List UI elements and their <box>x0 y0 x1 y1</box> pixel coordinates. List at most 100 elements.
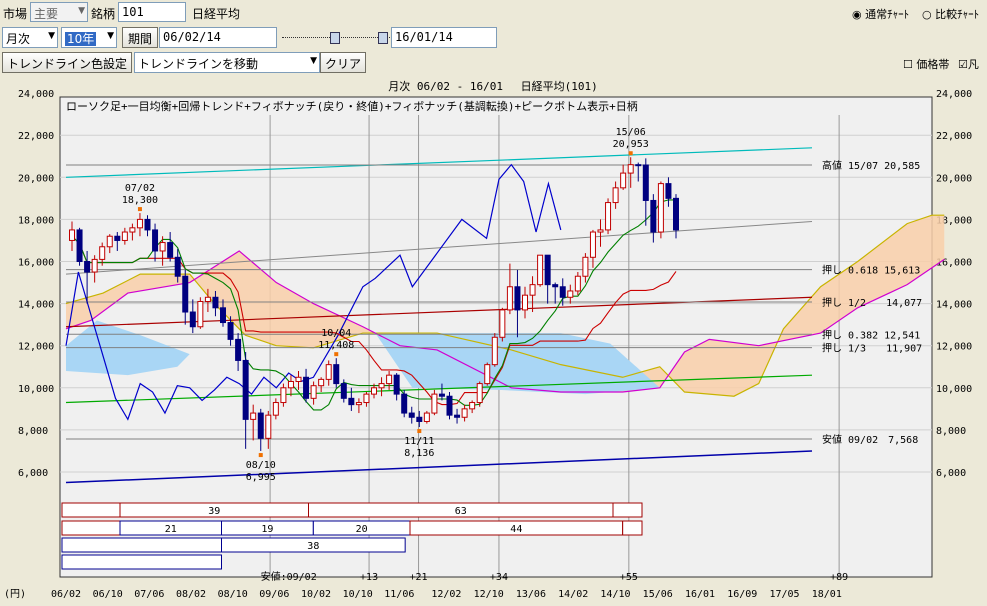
symbol-label: 銘柄 <box>91 7 116 21</box>
symbol-input[interactable]: 101 <box>118 2 186 22</box>
candle-body <box>499 309 506 338</box>
candle-body <box>657 183 664 233</box>
candle-body <box>99 246 106 260</box>
candle-body <box>174 256 181 277</box>
bottom-marker <box>258 453 263 458</box>
hiyori-mark-label: +55 <box>620 572 638 583</box>
hiyori-box <box>622 520 643 536</box>
candle-body <box>106 235 113 248</box>
fib-level-label: 押し 1/2 14,077 <box>822 296 922 309</box>
x-tick-label: 17/05 <box>769 589 799 600</box>
candle-body <box>182 275 189 313</box>
candle-body <box>438 393 445 397</box>
x-tick-label: 06/02 <box>51 589 81 600</box>
candle-body <box>386 374 393 385</box>
candle-body <box>280 387 287 404</box>
hiyori-mark-label: +34 <box>490 572 508 583</box>
candle-body <box>325 364 332 380</box>
hiyori-box-label: 44 <box>510 524 522 535</box>
peak-date-label: 15/06 <box>616 127 646 138</box>
slider-thumb-end[interactable] <box>378 32 388 44</box>
peak-date-label: 10/04 <box>321 328 351 339</box>
candle-body <box>484 364 491 385</box>
start-date-input[interactable]: 06/02/14 <box>159 27 277 48</box>
legend-checkbox[interactable]: ☑凡 <box>958 56 979 72</box>
y-tick-label-left: 16,000 <box>18 258 54 269</box>
price-band-checkbox[interactable]: ☐ 価格帯 <box>903 56 949 72</box>
candle-body <box>114 235 121 241</box>
candle-body <box>136 218 143 229</box>
period-slider[interactable] <box>282 32 390 44</box>
candle-body <box>665 183 672 199</box>
chart-subtitle: ローソク足+一目均衡+回帰トレンド+フィボナッチ(戻り・終値)+フィボナッチ(基… <box>66 99 638 113</box>
candle-body <box>544 254 551 286</box>
hiyori-box <box>61 502 121 518</box>
candle-body <box>287 380 294 389</box>
y-tick-label-left: 12,000 <box>18 342 54 353</box>
candle-body <box>84 261 91 273</box>
candle-body <box>491 336 498 366</box>
candle-body <box>340 383 347 399</box>
interval-select[interactable]: 月次 ▼ <box>2 27 58 48</box>
y-tick-label-right: 10,000 <box>936 384 972 395</box>
stock-chart[interactable]: 月次 06/02 - 16/01 日経平均(101) 6,000 6,000 8,00… <box>0 75 987 603</box>
candle-body <box>431 393 438 414</box>
candle-body <box>461 408 468 418</box>
slider-thumb-start[interactable] <box>330 32 340 44</box>
x-tick-label: 15/06 <box>643 589 673 600</box>
chevron-down-icon: ▼ <box>48 31 55 41</box>
hiyori-box <box>61 537 222 553</box>
trendline-move-select[interactable]: トレンドラインを移動 ▼ <box>134 52 320 73</box>
hiyori-box <box>61 520 121 536</box>
chart-area[interactable]: 月次 06/02 - 16/01 日経平均(101) 6,000 6,000 8,00… <box>0 75 987 603</box>
candle-body <box>476 383 483 404</box>
candle-body <box>159 242 166 252</box>
candle-body <box>522 294 528 311</box>
fib-level-label: 押し 1/3 11,907 <box>822 342 922 355</box>
candle-body <box>227 322 234 340</box>
clear-button[interactable]: クリア <box>320 52 366 73</box>
unit-label: (円) <box>4 589 26 600</box>
radio-normal-label: 通常ﾁｬｰﾄ <box>865 8 910 21</box>
price-band-label: 価格帯 <box>916 58 950 71</box>
period-button[interactable]: 期間 <box>122 27 158 48</box>
hiyori-box-label: 39 <box>208 506 220 517</box>
candle-body <box>265 414 272 439</box>
y-tick-label-right: 20,000 <box>936 173 972 184</box>
candle-body <box>401 393 408 414</box>
candle-body <box>257 412 264 439</box>
x-tick-label: 12/02 <box>431 589 461 600</box>
end-date-input[interactable]: 16/01/14 <box>391 27 497 48</box>
candle-body <box>220 307 226 324</box>
candle-body <box>355 402 362 406</box>
x-tick-label: 10/02 <box>301 589 331 600</box>
fib-level-label: 押し 0.382 12,541 <box>822 328 920 341</box>
bottom-value-label: 8,136 <box>404 448 434 459</box>
x-tick-label: 07/06 <box>134 589 164 600</box>
candle-body <box>129 227 136 233</box>
chevron-down-icon: ▼ <box>310 56 317 66</box>
x-tick-label: 14/02 <box>558 589 588 600</box>
candle-body <box>152 229 159 252</box>
hiyori-box-label: 63 <box>455 506 467 517</box>
candle-body <box>204 296 211 302</box>
x-tick-label: 11/06 <box>384 589 414 600</box>
trendline-color-button[interactable]: トレンドライン色設定 <box>2 52 132 73</box>
candle-body <box>552 284 559 288</box>
fib-level-label: 安値 09/02 7,568 <box>822 433 918 446</box>
market-select[interactable]: 主要 ▼ <box>30 2 88 22</box>
radio-normal-chart[interactable]: ◉ 通常ﾁｬｰﾄ <box>852 6 909 22</box>
x-tick-label: 10/10 <box>343 589 373 600</box>
candle-body <box>605 202 612 231</box>
hiyori-box <box>612 502 643 518</box>
toolbar-row-1: 市場 主要 ▼ 銘柄 101 日経平均 ◉ 通常ﾁｬｰﾄ ○ 比較ﾁｬｰﾄ <box>0 0 987 25</box>
span-select[interactable]: 10年 ▼ <box>61 27 117 48</box>
y-tick-label-left: 8,000 <box>18 426 48 437</box>
radio-compare-chart[interactable]: ○ 比較ﾁｬｰﾄ <box>922 6 979 22</box>
y-tick-label-left: 10,000 <box>18 384 54 395</box>
candle-body <box>612 187 619 204</box>
candle-body <box>529 284 536 296</box>
candle-body <box>371 387 377 395</box>
x-tick-label: 09/06 <box>259 589 289 600</box>
bottom-marker <box>417 429 422 434</box>
